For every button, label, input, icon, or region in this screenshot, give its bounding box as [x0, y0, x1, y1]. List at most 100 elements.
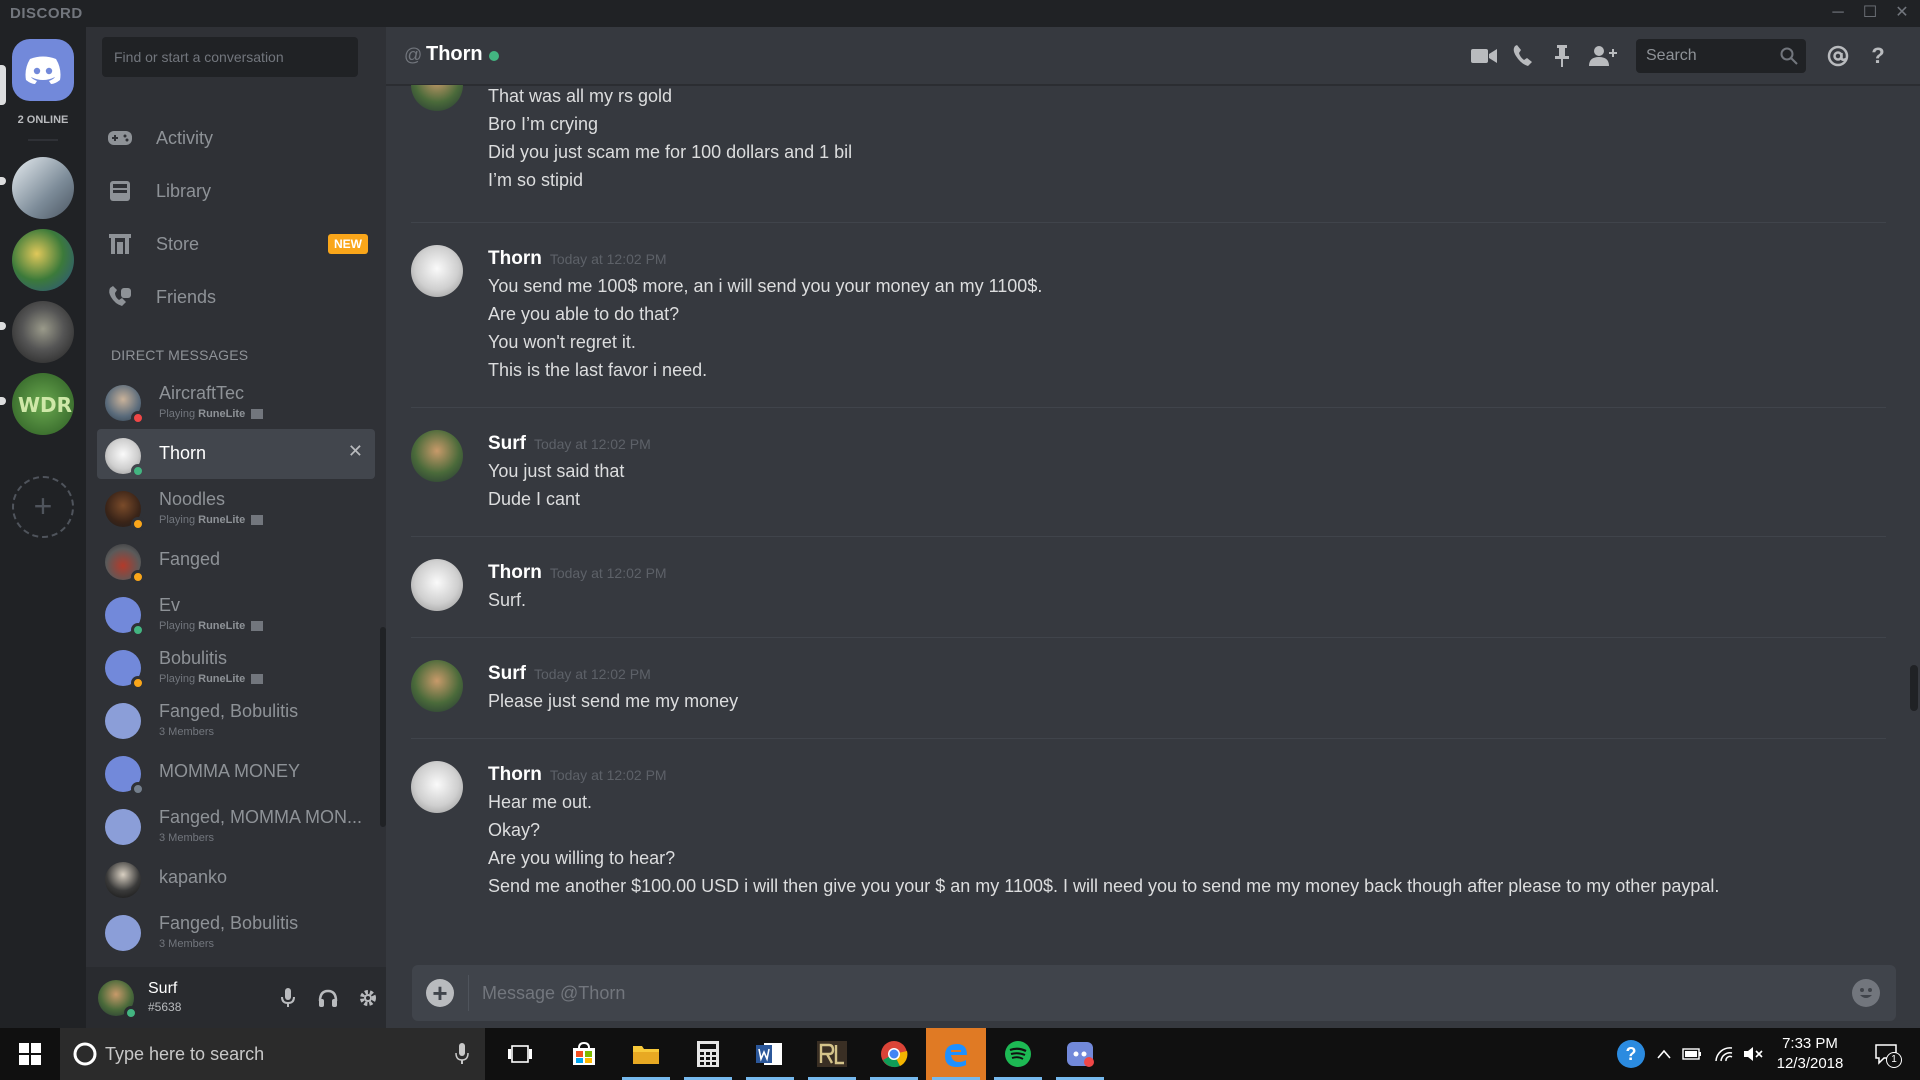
add-server-button[interactable]: +	[12, 476, 74, 538]
server-icon-3[interactable]	[12, 301, 74, 363]
message-author[interactable]: Surf Today at 12:02 PM	[488, 433, 651, 455]
message-text: Are you willing to hear?	[488, 848, 676, 868]
home-button[interactable]	[12, 39, 74, 101]
close-window-button[interactable]: ✕	[1884, 2, 1920, 24]
spotify-icon[interactable]	[988, 1028, 1048, 1080]
close-dm-icon[interactable]: ✕	[348, 441, 363, 462]
server-icon-4[interactable]: WDR	[12, 373, 74, 435]
emoji-picker-icon[interactable]	[1852, 979, 1880, 1007]
dm-item-noodles[interactable]: Noodles Playing RuneLite	[97, 482, 375, 532]
dm-activity: Playing RuneLite	[159, 673, 264, 685]
game-icon	[251, 621, 264, 632]
author-name[interactable]: Thorn	[488, 562, 542, 583]
message-timestamp: Today at 12:02 PM	[534, 666, 651, 682]
chrome-icon[interactable]	[864, 1028, 924, 1080]
author-avatar[interactable]	[411, 761, 463, 813]
dm-item-aircrafttec[interactable]: AircraftTec Playing RuneLite	[97, 376, 375, 426]
discord-logo-icon	[25, 56, 61, 84]
dm-item-ev[interactable]: Ev Playing RuneLite	[97, 588, 375, 638]
dm-item-thorn[interactable]: Thorn ✕	[97, 429, 375, 479]
status-online-indicator	[489, 51, 499, 61]
chevron-up-icon[interactable]	[1652, 1042, 1676, 1066]
runelite-icon[interactable]	[802, 1028, 862, 1080]
server-icon-1[interactable]	[12, 157, 74, 219]
channel-title: Thorn	[426, 43, 483, 65]
dm-item-group-fanged-bobulitis-2[interactable]: Fanged, Bobulitis 3 Members	[97, 906, 375, 956]
member-count: 3 Members	[159, 726, 215, 738]
microsoft-store-icon[interactable]	[554, 1028, 614, 1080]
author-avatar[interactable]	[411, 245, 463, 297]
server-icon-2[interactable]	[12, 229, 74, 291]
file-explorer-icon[interactable]	[616, 1028, 676, 1080]
taskbar-search[interactable]	[60, 1028, 485, 1080]
composer-divider	[468, 975, 469, 1011]
microphone-icon[interactable]	[274, 984, 302, 1012]
message-text: Dude I cant	[488, 489, 581, 509]
help-icon[interactable]: ?	[1863, 42, 1893, 70]
message-list: That was all my rs gold Bro I’m crying D…	[386, 85, 1920, 940]
status-dnd-indicator	[131, 411, 145, 425]
maximize-button[interactable]: ☐	[1852, 2, 1888, 24]
chat-scrollbar-thumb[interactable]	[1910, 665, 1918, 711]
settings-gear-icon[interactable]	[354, 984, 382, 1012]
wifi-icon[interactable]	[1712, 1042, 1736, 1066]
message-timestamp: Today at 12:02 PM	[549, 767, 667, 783]
windows-start-icon[interactable]	[0, 1028, 60, 1080]
headphones-icon[interactable]	[314, 984, 342, 1012]
message-text: You just said that	[488, 461, 625, 481]
chat-header: @ Thorn ?	[386, 27, 1920, 85]
author-avatar[interactable]	[411, 559, 463, 611]
author-name[interactable]: Thorn	[488, 248, 542, 269]
nav-activity[interactable]: Activity	[94, 115, 378, 161]
taskbar-search-input[interactable]	[105, 1038, 435, 1070]
mentions-icon[interactable]	[1823, 42, 1853, 70]
taskbar-clock[interactable]: 7:33 PM 12/3/2018	[1770, 1034, 1850, 1074]
message-text: Please just send me my money	[488, 691, 739, 711]
nav-library[interactable]: Library	[94, 168, 378, 214]
pinned-messages-icon[interactable]	[1547, 42, 1577, 70]
author-name[interactable]: Surf	[488, 433, 526, 454]
message-author[interactable]: Thorn Today at 12:02 PM	[488, 764, 667, 786]
dm-item-group-fanged-bobulitis[interactable]: Fanged, Bobulitis 3 Members	[97, 694, 375, 744]
action-center-icon[interactable]: 1	[1866, 1042, 1906, 1068]
author-avatar[interactable]	[411, 430, 463, 482]
header-search[interactable]	[1636, 39, 1806, 73]
member-count: 3 Members	[159, 832, 215, 844]
calculator-icon[interactable]	[678, 1028, 738, 1080]
battery-icon[interactable]	[1680, 1042, 1704, 1066]
voice-call-icon[interactable]	[1508, 42, 1538, 70]
message-text: Bro I’m crying	[488, 114, 599, 134]
dm-item-kapanko[interactable]: kapanko	[97, 853, 375, 903]
author-name[interactable]: Thorn	[488, 764, 542, 785]
dm-item-momma-money[interactable]: MOMMA MONEY	[97, 747, 375, 797]
dm-item-fanged[interactable]: Fanged	[97, 535, 375, 585]
nav-friends[interactable]: Friends	[94, 274, 378, 320]
activity-game: RuneLite	[198, 408, 246, 420]
message-author[interactable]: Thorn Today at 12:02 PM	[488, 562, 667, 584]
message-author[interactable]: Thorn Today at 12:02 PM	[488, 248, 667, 270]
word-icon[interactable]	[740, 1028, 800, 1080]
dm-name: Ev	[159, 595, 181, 615]
message-text: Surf.	[488, 590, 527, 610]
find-conversation-input[interactable]	[102, 37, 358, 77]
volume-muted-icon[interactable]	[1742, 1042, 1766, 1066]
dm-item-group-fanged-momma[interactable]: Fanged, MOMMA MON... 3 Members	[97, 800, 375, 850]
message-composer: +	[412, 965, 1896, 1021]
minimize-button[interactable]: ─	[1820, 2, 1856, 24]
video-call-icon[interactable]	[1469, 42, 1499, 70]
author-name[interactable]: Surf	[488, 663, 526, 684]
upload-plus-icon[interactable]: +	[426, 979, 454, 1007]
author-avatar[interactable]	[411, 660, 463, 712]
help-tray-icon[interactable]: ?	[1617, 1040, 1645, 1068]
add-friend-to-dm-icon[interactable]	[1588, 42, 1618, 70]
edge-icon[interactable]	[926, 1028, 986, 1080]
message-input[interactable]	[482, 973, 1812, 1013]
conversation-finder[interactable]	[102, 37, 358, 77]
dm-item-bobulitis[interactable]: Bobulitis Playing RuneLite	[97, 641, 375, 691]
nav-store[interactable]: Store NEW	[94, 221, 378, 267]
microphone-icon[interactable]	[455, 1043, 469, 1065]
message-author[interactable]: Surf Today at 12:02 PM	[488, 663, 651, 685]
discord-taskbar-icon[interactable]	[1050, 1028, 1110, 1080]
author-avatar[interactable]	[411, 85, 463, 111]
task-view-icon[interactable]	[490, 1028, 550, 1080]
